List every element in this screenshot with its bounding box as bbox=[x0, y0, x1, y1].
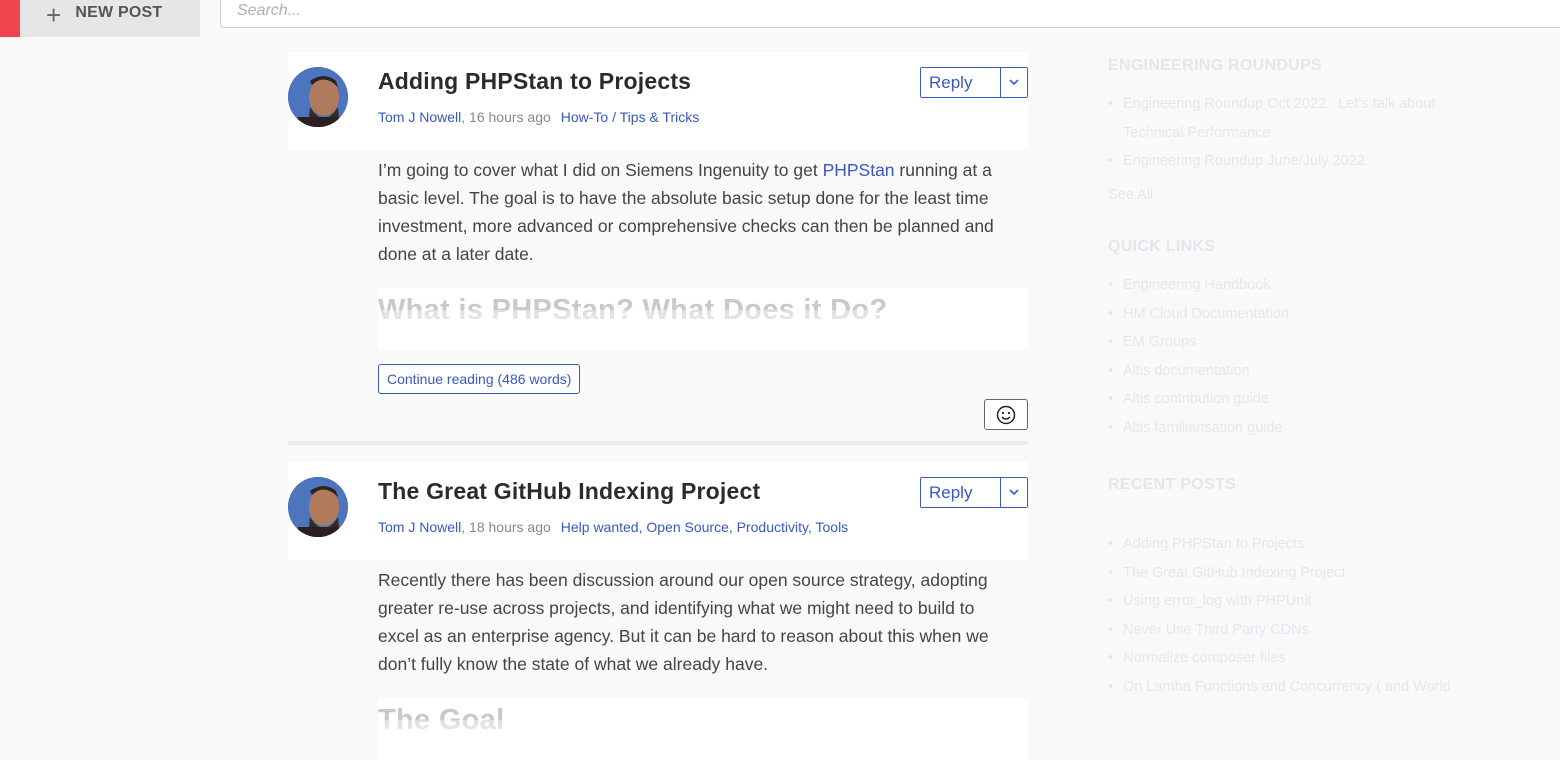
post-meta: Tom J Nowell, 18 hours ago Help wanted, O… bbox=[378, 519, 848, 535]
post-divider bbox=[288, 441, 1028, 445]
new-post-button[interactable]: + NEW POST bbox=[20, 0, 200, 37]
post-header: Adding PHPStan to Projects Tom J Nowell,… bbox=[288, 52, 1028, 150]
reply-button-group: Reply bbox=[920, 477, 1028, 508]
post: Adding PHPStan to Projects Tom J Nowell,… bbox=[288, 52, 1028, 438]
reply-button[interactable]: Reply bbox=[921, 478, 1001, 507]
sidebar-link[interactable]: Altis documentation bbox=[1108, 357, 1289, 386]
sidebar-link[interactable]: Altis familiarisation guide bbox=[1108, 414, 1289, 443]
brand-tab[interactable] bbox=[0, 0, 20, 37]
chevron-down-icon[interactable] bbox=[1001, 478, 1027, 507]
new-post-label: NEW POST bbox=[75, 3, 163, 21]
reaction-row bbox=[378, 398, 1028, 438]
continue-reading-button[interactable]: Continue reading (486 words) bbox=[378, 364, 581, 394]
post-excerpt: I’m going to cover what I did on Siemens… bbox=[378, 160, 994, 264]
sidebar-link[interactable]: HM Cloud Documentation bbox=[1108, 300, 1289, 329]
sidebar-link[interactable]: Engineering Handbook bbox=[1108, 271, 1289, 300]
post-title[interactable]: Adding PHPStan to Projects bbox=[378, 68, 691, 95]
sidebar-heading-recent-posts: RECENT POSTS bbox=[1108, 476, 1237, 493]
sidebar-link[interactable]: On Lamba Functions and Concurrency ( and… bbox=[1108, 673, 1451, 702]
faded-heading-preview: What is PHPStan? What Does it Do? bbox=[378, 288, 1028, 350]
sidebar-link[interactable]: Never Use Third Party CDNs bbox=[1108, 616, 1451, 645]
phpstan-link[interactable]: PHPStan bbox=[823, 160, 895, 180]
post-excerpt: Recently there has been discussion aroun… bbox=[378, 570, 989, 674]
chevron-down-icon[interactable] bbox=[1001, 68, 1027, 97]
post-body: Recently there has been discussion aroun… bbox=[288, 560, 1028, 760]
post-time: , 16 hours ago bbox=[461, 109, 551, 125]
avatar[interactable] bbox=[288, 67, 348, 127]
post-title[interactable]: The Great GitHub Indexing Project bbox=[378, 478, 760, 505]
sidebar-link[interactable]: The Great GitHub Indexing Project bbox=[1108, 559, 1451, 588]
sidebar-link[interactable]: EM Groups bbox=[1108, 328, 1289, 357]
sidebar-heading-quick-links: QUICK LINKS bbox=[1108, 238, 1216, 255]
reply-button[interactable]: Reply bbox=[921, 68, 1001, 97]
sidebar-link[interactable]: Normalize composer files bbox=[1108, 644, 1451, 673]
plus-icon: + bbox=[46, 0, 62, 30]
roundups-list: Engineering Roundup Oct 2022 : Let’s tal… bbox=[1108, 90, 1436, 176]
sidebar-link[interactable]: Engineering Roundup Oct 2022 : Let’s tal… bbox=[1108, 90, 1436, 119]
sidebar-link[interactable]: Technical Performance bbox=[1108, 119, 1436, 148]
see-all-link[interactable]: See All bbox=[1108, 187, 1153, 203]
post: The Great GitHub Indexing Project Tom J … bbox=[288, 462, 1028, 760]
category-links[interactable]: Help wanted, Open Source, Productivity, … bbox=[561, 519, 848, 535]
author-link[interactable]: Tom J Nowell bbox=[378, 109, 461, 125]
smiley-icon[interactable] bbox=[984, 399, 1028, 430]
quick-links-list: Engineering Handbook HM Cloud Documentat… bbox=[1108, 271, 1289, 442]
avatar[interactable] bbox=[288, 477, 348, 537]
recent-posts-list: Adding PHPStan to Projects The Great Git… bbox=[1108, 530, 1451, 701]
sidebar-link[interactable]: Using error_log with PHPUnit bbox=[1108, 587, 1451, 616]
author-link[interactable]: Tom J Nowell bbox=[378, 519, 461, 535]
top-bar: + NEW POST bbox=[0, 0, 1560, 37]
search-input[interactable] bbox=[220, 0, 1560, 28]
sidebar-link[interactable]: Engineering Roundup June/July 2022 bbox=[1108, 147, 1436, 176]
sidebar-link[interactable]: Adding PHPStan to Projects bbox=[1108, 530, 1451, 559]
sidebar-link[interactable]: Altis contribution guide bbox=[1108, 385, 1289, 414]
reply-button-group: Reply bbox=[920, 67, 1028, 98]
category-links[interactable]: How-To / Tips & Tricks bbox=[561, 109, 699, 125]
faded-heading-preview: The Goal bbox=[378, 698, 1028, 760]
post-body: I’m going to cover what I did on Siemens… bbox=[288, 150, 1028, 438]
post-meta: Tom J Nowell, 16 hours ago How-To / Tips … bbox=[378, 109, 699, 125]
post-header: The Great GitHub Indexing Project Tom J … bbox=[288, 462, 1028, 560]
post-time: , 18 hours ago bbox=[461, 519, 551, 535]
sidebar-heading-roundups: ENGINEERING ROUNDUPS bbox=[1108, 57, 1323, 74]
